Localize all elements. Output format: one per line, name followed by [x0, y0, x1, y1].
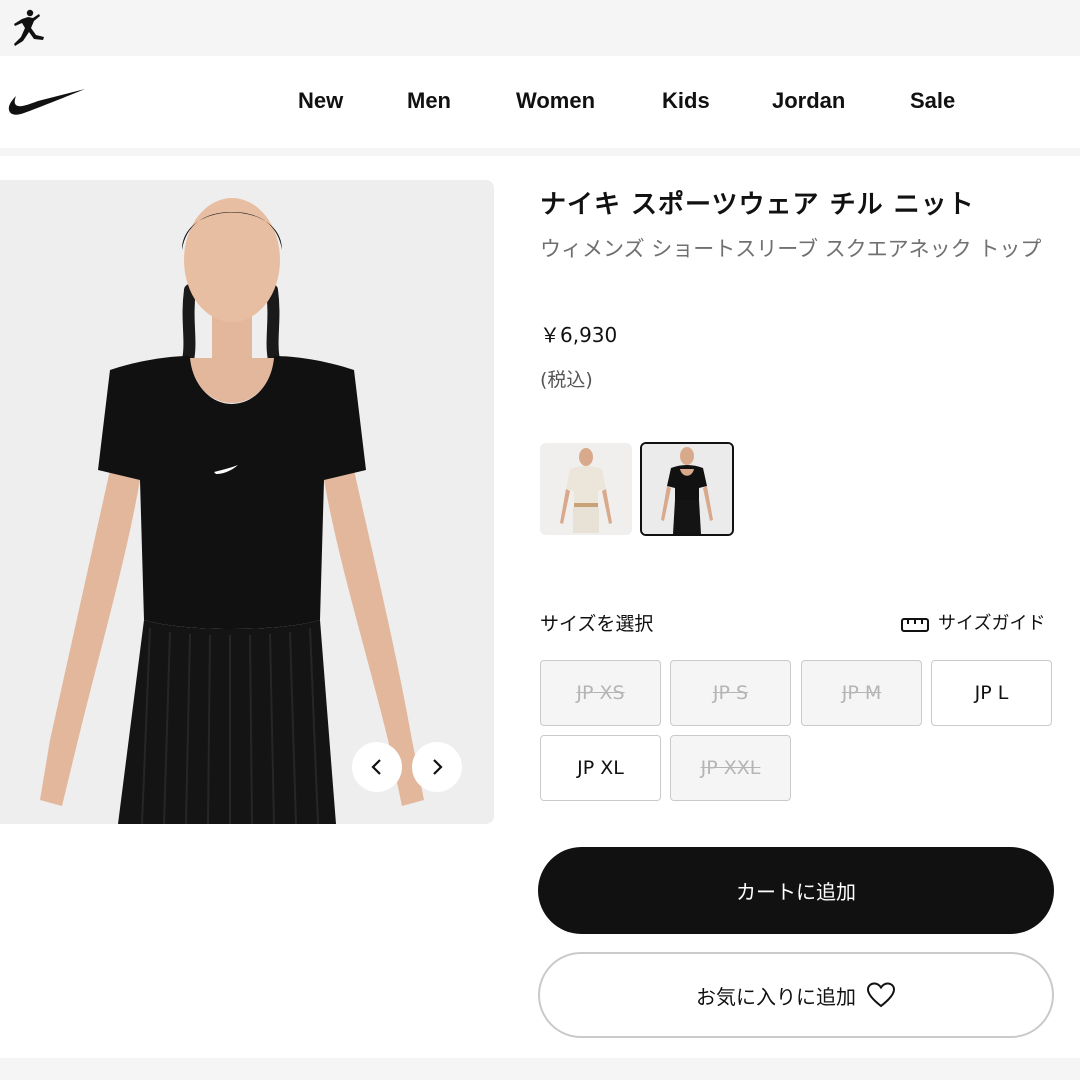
nav-men[interactable]: Men: [407, 86, 451, 116]
nike-swoosh-icon[interactable]: [8, 86, 86, 116]
chevron-right-icon: [433, 759, 443, 775]
ruler-icon: [901, 618, 929, 632]
product-subtitle: ウィメンズ ショートスリーブ スクエアネック トップ: [540, 237, 1042, 261]
swatch-cream[interactable]: [540, 443, 632, 535]
size-jp-xl[interactable]: JP XL: [540, 735, 661, 801]
swatch-cream-thumbnail: [540, 443, 632, 535]
chevron-left-icon: [371, 759, 381, 775]
heart-icon: [866, 982, 896, 1008]
nav-women[interactable]: Women: [516, 86, 595, 116]
size-jp-xxl[interactable]: JP XXL: [670, 735, 791, 801]
add-to-cart-label: カートに追加: [736, 880, 856, 904]
nav-divider: [0, 148, 1080, 156]
add-to-cart-button[interactable]: カートに追加: [538, 847, 1054, 934]
model-product-photo: [40, 198, 424, 824]
add-to-favorites-button[interactable]: お気に入りに追加: [538, 952, 1054, 1038]
size-jp-m[interactable]: JP M: [801, 660, 922, 726]
size-jp-xs[interactable]: JP XS: [540, 660, 661, 726]
nav-sale[interactable]: Sale: [910, 86, 955, 116]
size-jp-s[interactable]: JP S: [670, 660, 791, 726]
size-guide-label: サイズガイド: [938, 613, 1046, 634]
product-price: ￥6,930: [540, 323, 618, 347]
nav-kids[interactable]: Kids: [662, 86, 710, 116]
size-guide-link[interactable]: サイズガイド: [900, 610, 1045, 638]
prev-image-button[interactable]: [352, 742, 402, 792]
add-to-favorites-label: お気に入りに追加: [696, 984, 856, 1009]
size-select-label: サイズを選択: [540, 613, 654, 635]
swatch-black[interactable]: [640, 442, 734, 536]
footer-strip: [0, 1058, 1080, 1080]
product-image: [0, 180, 494, 824]
nav-new[interactable]: New: [298, 86, 343, 116]
nav-jordan[interactable]: Jordan: [772, 86, 845, 116]
size-jp-l[interactable]: JP L: [931, 660, 1052, 726]
tax-note: (税込): [540, 369, 593, 391]
product-title: ナイキ スポーツウェア チル ニット: [540, 190, 975, 220]
utility-bar: [0, 0, 1080, 56]
jordan-jumpman-icon[interactable]: [6, 8, 48, 48]
next-image-button[interactable]: [412, 742, 462, 792]
swatch-black-thumbnail: [642, 444, 732, 534]
